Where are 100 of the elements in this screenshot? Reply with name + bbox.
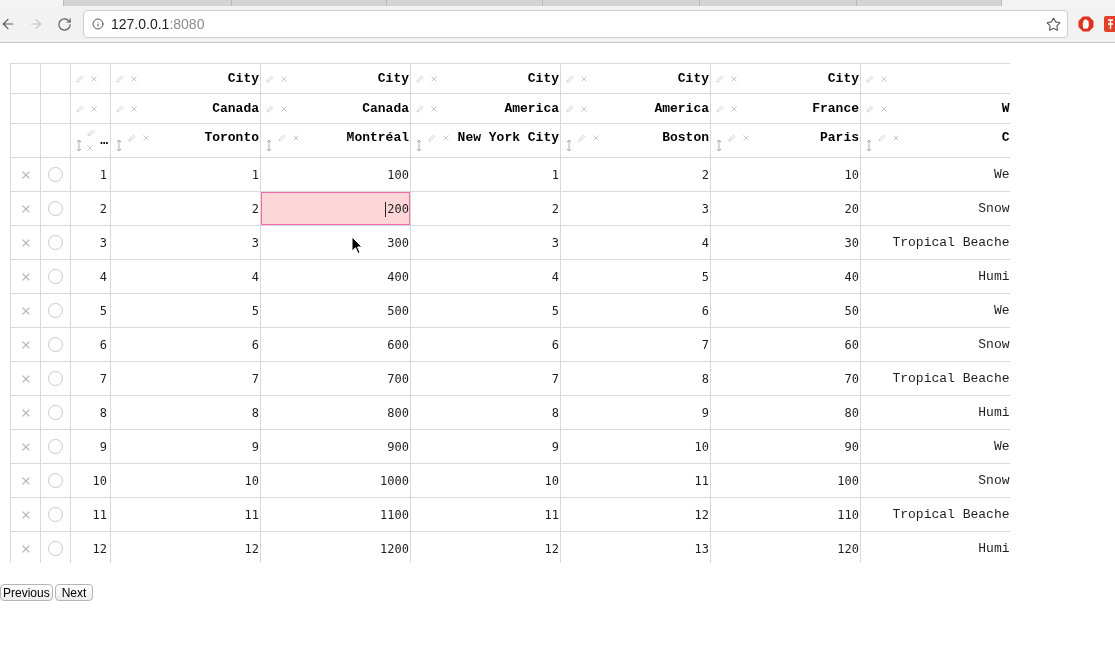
- close-icon[interactable]: [581, 105, 587, 112]
- close-icon[interactable]: [893, 135, 899, 141]
- column-header: W: [1001, 99, 1010, 118]
- pencil-icon[interactable]: [716, 74, 724, 83]
- close-icon[interactable]: [281, 75, 287, 82]
- close-icon[interactable]: [731, 105, 737, 112]
- close-icon[interactable]: [131, 75, 137, 82]
- pencil-icon[interactable]: [87, 128, 95, 137]
- close-icon[interactable]: [21, 170, 30, 179]
- sort-icon[interactable]: [716, 138, 722, 152]
- pencil-icon[interactable]: [716, 104, 724, 113]
- sort-icon[interactable]: [116, 138, 122, 152]
- close-icon[interactable]: [881, 105, 887, 112]
- table-cell: 100: [260, 157, 411, 192]
- radio-button[interactable]: [48, 235, 63, 250]
- radio-button[interactable]: [48, 269, 63, 284]
- pencil-icon[interactable]: [128, 134, 136, 142]
- radio-button[interactable]: [48, 371, 63, 386]
- radio-button[interactable]: [48, 303, 63, 318]
- close-icon[interactable]: [743, 135, 749, 141]
- table-cell: 11: [410, 497, 561, 532]
- close-icon[interactable]: [21, 510, 30, 519]
- radio-button[interactable]: [48, 473, 63, 488]
- close-icon[interactable]: [21, 306, 30, 315]
- back-button[interactable]: [0, 16, 16, 32]
- close-icon[interactable]: [881, 75, 887, 82]
- pencil-icon[interactable]: [866, 104, 874, 113]
- row-index: 2: [70, 191, 111, 226]
- close-icon[interactable]: [21, 544, 30, 553]
- close-icon[interactable]: [91, 105, 97, 112]
- close-icon[interactable]: [21, 204, 30, 213]
- close-icon[interactable]: [731, 75, 737, 82]
- sort-icon[interactable]: [76, 138, 82, 152]
- table-cell: 3: [560, 191, 711, 226]
- previous-button[interactable]: Previous: [0, 584, 53, 601]
- close-icon[interactable]: [21, 374, 30, 383]
- close-icon[interactable]: [293, 135, 299, 141]
- close-icon[interactable]: [21, 340, 30, 349]
- table-cell: 9: [410, 429, 561, 464]
- pencil-icon[interactable]: [428, 134, 436, 142]
- cell-input[interactable]: 200: [260, 191, 411, 226]
- table-cell: 7: [110, 361, 261, 396]
- pencil-icon[interactable]: [416, 104, 424, 113]
- pencil-icon[interactable]: [266, 104, 274, 113]
- pencil-icon[interactable]: [116, 104, 124, 113]
- close-icon[interactable]: [581, 75, 587, 82]
- close-icon[interactable]: [443, 135, 449, 141]
- pencil-icon[interactable]: [266, 74, 274, 83]
- table-cell: 6: [560, 293, 711, 328]
- sort-icon[interactable]: [266, 138, 272, 152]
- pencil-icon[interactable]: [878, 134, 886, 142]
- close-icon[interactable]: [593, 135, 599, 141]
- pencil-icon[interactable]: [116, 74, 124, 83]
- reload-button[interactable]: [56, 16, 72, 32]
- close-icon[interactable]: [91, 75, 97, 82]
- column-header: Paris: [820, 128, 859, 147]
- pencil-icon[interactable]: [566, 74, 574, 83]
- radio-button[interactable]: [48, 167, 63, 182]
- sort-icon[interactable]: [416, 138, 422, 152]
- radio-button[interactable]: [48, 439, 63, 454]
- table-cell: 3: [110, 225, 261, 260]
- pencil-icon[interactable]: [76, 74, 84, 83]
- close-icon[interactable]: [21, 408, 30, 417]
- column-header: City: [377, 69, 409, 88]
- table-cell: 1: [110, 157, 261, 192]
- star-icon[interactable]: [1046, 16, 1061, 32]
- pencil-icon[interactable]: [278, 134, 286, 142]
- info-icon[interactable]: [92, 18, 104, 30]
- pencil-icon[interactable]: [76, 104, 84, 113]
- stop-hand-icon[interactable]: [1078, 16, 1094, 32]
- close-icon[interactable]: [431, 105, 437, 112]
- close-icon[interactable]: [281, 105, 287, 112]
- close-icon[interactable]: [143, 135, 149, 141]
- pencil-icon[interactable]: [728, 134, 736, 142]
- close-icon[interactable]: [21, 442, 30, 451]
- address-field[interactable]: 127.0.0.1:8080: [83, 10, 1068, 38]
- table-cell: 7: [560, 327, 711, 362]
- close-icon[interactable]: [431, 75, 437, 82]
- table-cell: 1000: [260, 463, 411, 498]
- pencil-icon[interactable]: [566, 104, 574, 113]
- close-icon[interactable]: [131, 105, 137, 112]
- radio-button[interactable]: [48, 507, 63, 522]
- pencil-icon[interactable]: [416, 74, 424, 83]
- extension-icon[interactable]: [1104, 16, 1115, 32]
- radio-button[interactable]: [48, 201, 63, 216]
- radio-button[interactable]: [48, 337, 63, 352]
- column-header: …: [100, 131, 108, 150]
- radio-button[interactable]: [48, 405, 63, 420]
- pencil-icon[interactable]: [866, 74, 874, 83]
- sort-icon[interactable]: [566, 138, 572, 152]
- next-button[interactable]: Next: [54, 584, 94, 601]
- pencil-icon[interactable]: [578, 134, 586, 142]
- radio-button[interactable]: [48, 541, 63, 556]
- close-icon[interactable]: [87, 144, 93, 151]
- close-icon[interactable]: [21, 238, 30, 247]
- table-cell: 6: [410, 327, 561, 362]
- close-icon[interactable]: [21, 476, 30, 485]
- table-cell: 11: [110, 497, 261, 532]
- sort-icon[interactable]: [866, 138, 872, 152]
- close-icon[interactable]: [21, 272, 30, 281]
